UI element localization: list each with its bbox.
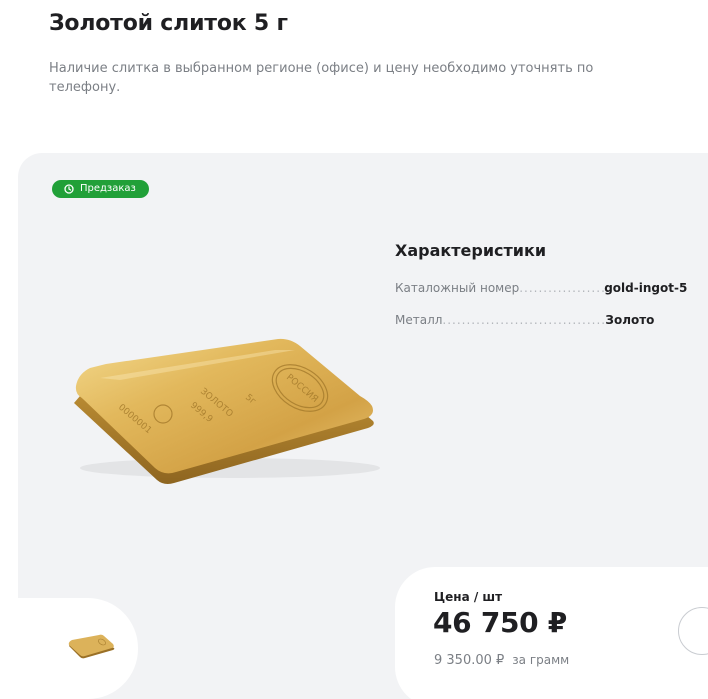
clock-icon <box>64 184 74 194</box>
availability-note: Наличие слитка в выбранном регионе (офис… <box>49 61 594 95</box>
gold-ingot-thumbnail[interactable] <box>66 632 116 660</box>
gold-ingot-image[interactable]: РОССИЯ 5г ЗОЛОТО 999,9 0000001 <box>60 318 390 488</box>
price-value: 46 750 ₽ <box>433 606 567 639</box>
spec-label: Каталожный номер <box>395 281 520 295</box>
spec-row-catalog-number: Каталожный номер gold-ingot-5 <box>395 281 705 299</box>
price-label: Цена / шт <box>434 590 503 604</box>
price-per-gram-value: 9 350.00 ₽ <box>434 653 505 668</box>
price-per-gram-unit: за грамм <box>512 653 570 667</box>
price-per-gram: 9 350.00 ₽ за грамм <box>434 653 569 668</box>
page-title: Золотой слиток 5 г <box>49 11 288 36</box>
preorder-badge: Предзаказ <box>52 180 149 198</box>
specs-title: Характеристики <box>395 241 547 260</box>
spec-value: Золото <box>605 313 655 327</box>
spec-dots <box>519 281 604 295</box>
spec-dots <box>442 313 605 327</box>
preorder-badge-label: Предзаказ <box>80 183 136 194</box>
spec-value: gold-ingot-5 <box>604 281 688 295</box>
spec-row-metal: Металл Золото <box>395 313 705 331</box>
spec-label: Металл <box>395 313 443 327</box>
